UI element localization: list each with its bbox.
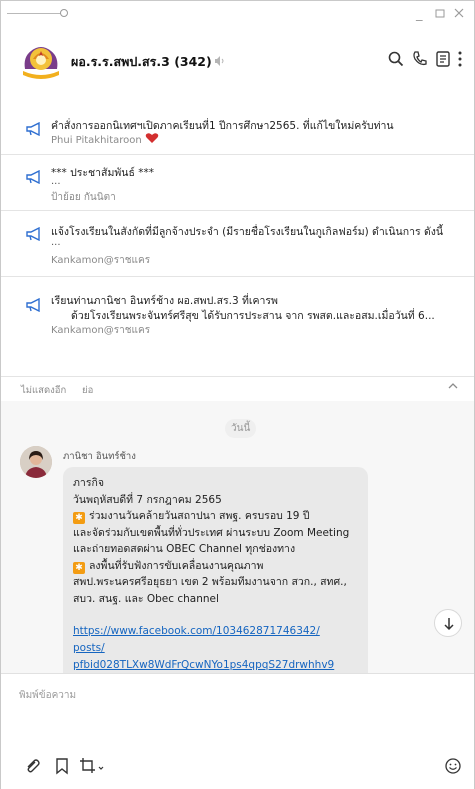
more-menu-icon[interactable] xyxy=(456,50,474,68)
message-line: ลงพื้นที่รับฟังการขับเคลื่อนงานคุณภาพ xyxy=(89,559,264,572)
megaphone-icon xyxy=(25,297,43,313)
group-logo[interactable] xyxy=(19,39,63,83)
chat-window: _ ผอ.ร.ร.สพป.สร.3 (342) คำสั่งการออกนิเท… xyxy=(0,0,475,789)
window-titlebar: _ xyxy=(1,1,474,31)
shrink-announcements-button[interactable]: ย่อ xyxy=(82,383,93,398)
avatar[interactable] xyxy=(20,446,52,478)
star-emoji-icon: ✱ xyxy=(73,512,85,524)
emoji-icon[interactable] xyxy=(444,757,462,775)
announcement-title: แจ้งโรงเรียนในสังกัดที่มีลูกจ้างประจำ (ม… xyxy=(51,226,444,238)
hide-announcements-button[interactable]: ไม่แสดงอีก xyxy=(21,383,66,398)
maximize-icon[interactable] xyxy=(435,7,446,23)
opacity-slider-handle[interactable] xyxy=(60,9,68,17)
message-line: วันพฤหัสบดีที่ 7 กรกฎาคม 2565 xyxy=(73,493,222,506)
message-link[interactable]: https://www.facebook.com/103462871746342… xyxy=(73,623,358,640)
phone-icon[interactable] xyxy=(411,50,429,68)
announcement-item[interactable]: คำสั่งการออกนิเทศฯเปิดภาคเรียนที่1 ปีการ… xyxy=(1,107,474,155)
announcement-item[interactable]: แจ้งโรงเรียนในสังกัดที่มีลูกจ้างประจำ (ม… xyxy=(1,211,474,277)
announcement-controls: ไม่แสดงอีก ย่อ xyxy=(1,378,474,400)
close-icon[interactable] xyxy=(454,7,465,23)
announcement-author: ป้าย้อย กันนิตา xyxy=(51,192,116,203)
message-sender: ภานิชา อินทร์ช้าง xyxy=(63,451,136,462)
megaphone-icon xyxy=(25,226,43,242)
search-icon[interactable] xyxy=(387,50,405,68)
paperclip-icon[interactable] xyxy=(23,757,41,775)
announcement-item[interactable]: เรียนท่านภานิชา อินทร์ช้าง ผอ.สพป.สร.3 ท… xyxy=(1,277,474,377)
date-separator: วันนี้ xyxy=(225,419,257,438)
message-line: ร่วมงานวันคล้ายวันสถาปนา สพฐ. ครบรอบ 19 … xyxy=(89,510,310,522)
announcement-author: Kankamon@ราชแคร xyxy=(51,325,151,336)
heart-icon xyxy=(145,133,159,146)
announcement-title: *** ประชาสัมพันธ์ *** xyxy=(51,167,154,179)
star-emoji-icon: ✱ xyxy=(73,561,85,574)
message-link[interactable]: posts/ xyxy=(73,640,358,657)
crop-screenshot-icon[interactable] xyxy=(79,757,105,775)
opacity-slider-track[interactable] xyxy=(7,13,63,14)
bookmark-icon[interactable] xyxy=(53,757,71,775)
scroll-to-bottom-button[interactable] xyxy=(434,609,462,637)
announcement-item[interactable]: *** ประชาสัมพันธ์ *** ... ป้าย้อย กันนิต… xyxy=(1,155,474,211)
chat-header: ผอ.ร.ร.สพป.สร.3 (342) xyxy=(1,31,474,89)
announcement-body: ด้วยโรงเรียนพระจันทร์ศรีสุข ได้รับการประ… xyxy=(71,310,435,322)
message-link[interactable]: pfbid028TLXw8WdFrQcwNYo1ps4qpqS27drwhhv9 xyxy=(73,657,358,673)
chevron-up-icon[interactable] xyxy=(447,381,459,394)
message-input[interactable] xyxy=(19,684,439,706)
announcement-more: ... xyxy=(51,176,61,187)
minimize-icon[interactable]: _ xyxy=(416,7,423,23)
announcement-author: Phui Pitakhitaroon xyxy=(51,135,142,146)
message-line: สพป.พระนครศรีอยุธยา เขต 2 พร้อมทีมงานจาก… xyxy=(73,576,347,588)
composer xyxy=(1,673,474,789)
message-line: และจัดร่วมกับเขตพื้นที่ทั่วประเทศ ผ่านระ… xyxy=(73,526,350,539)
message-line: และถ่ายทอดสดผ่าน OBEC Channel ทุกช่องทาง xyxy=(73,543,296,555)
mute-icon xyxy=(214,52,226,71)
chat-title[interactable]: ผอ.ร.ร.สพป.สร.3 (342) xyxy=(71,52,212,72)
message-list[interactable]: วันนี้ ภานิชา อินทร์ช้าง ภารกิจ วันพฤหัส… xyxy=(1,401,474,673)
megaphone-icon xyxy=(25,169,43,185)
megaphone-icon xyxy=(25,121,43,137)
message-bubble[interactable]: ภารกิจ วันพฤหัสบดีที่ 7 กรกฎาคม 2565 ✱ ร่… xyxy=(63,467,368,673)
notes-icon[interactable] xyxy=(434,50,452,68)
message-line: สบว. สนฐ. และ Obec channel xyxy=(73,592,219,605)
announcement-author: Kankamon@ราชแคร xyxy=(51,255,151,266)
announcement-author-row: Phui Pitakhitaroon xyxy=(51,132,159,146)
message-line: ภารกิจ xyxy=(73,477,104,489)
announcement-more: ... xyxy=(51,237,61,248)
